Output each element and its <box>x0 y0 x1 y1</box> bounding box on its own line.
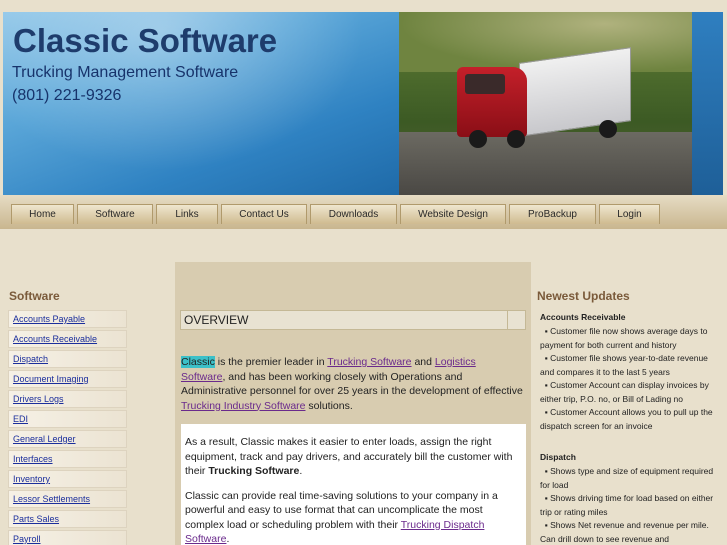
sidebar-link-payroll[interactable]: Payroll <box>13 534 41 544</box>
update-text: Shows driving time for load based on eit… <box>540 493 714 517</box>
update-text: Shows Net revenue and revenue per mile. … <box>540 520 709 544</box>
intro-text: is the premier leader in <box>214 356 328 368</box>
main-content: OVERVIEW Classic is the premier leader i… <box>175 262 531 545</box>
update-item: ▪ Shows Net revenue and revenue per mile… <box>540 520 709 544</box>
intro-text: and <box>411 356 435 368</box>
update-text: Customer file now shows average days to … <box>540 326 708 350</box>
update-item: ▪ Customer file shows year-to-date reven… <box>540 353 708 377</box>
site-subtitle: Trucking Management Software <box>12 64 239 81</box>
update-item: ▪ Customer Account can display invoices … <box>540 380 709 404</box>
nav-downloads[interactable]: Downloads <box>310 204 397 224</box>
paragraph-results: As a result, Classic makes it easier to … <box>185 435 520 479</box>
update-item: ▪ Shows type and size of equipment requi… <box>540 466 714 490</box>
main-nav: Home Software Links Contact Us Downloads… <box>0 195 727 229</box>
sidebar-link-dispatch[interactable]: Dispatch <box>13 354 48 364</box>
nav-home[interactable]: Home <box>11 204 74 224</box>
page: Classic Software Trucking Management Sof… <box>0 0 727 545</box>
sidebar-link-edi[interactable]: EDI <box>13 414 28 424</box>
sidebar-link-document-imaging[interactable]: Document Imaging <box>13 374 89 384</box>
updates-title: Newest Updates <box>537 289 630 303</box>
overview-toggle[interactable] <box>507 311 525 329</box>
sidebar-item: EDI <box>8 410 127 428</box>
sidebar-link-accounts-payable[interactable]: Accounts Payable <box>13 314 85 324</box>
update-text: Customer Account allows you to pull up t… <box>540 407 713 431</box>
truck-photo <box>399 12 692 195</box>
sidebar-item: Payroll <box>8 530 127 545</box>
link-trucking-industry-software[interactable]: Trucking Industry Software <box>181 400 306 412</box>
paragraph-solutions: Classic can provide real time-saving sol… <box>185 489 520 545</box>
sidebar-link-inventory[interactable]: Inventory <box>13 474 50 484</box>
nav-links[interactable]: Links <box>156 204 218 224</box>
sidebar-menu: Accounts Payable Accounts Receivable Dis… <box>8 310 127 545</box>
phone-number: (801) 221-9326 <box>12 87 122 104</box>
nav-software[interactable]: Software <box>77 204 153 224</box>
sidebar-link-parts-sales[interactable]: Parts Sales <box>13 514 59 524</box>
nav-contact-us[interactable]: Contact Us <box>221 204 307 224</box>
nav-probackup[interactable]: ProBackup <box>509 204 596 224</box>
sidebar-item: Parts Sales <box>8 510 127 528</box>
intro-text: solutions. <box>305 399 353 412</box>
link-trucking-software[interactable]: Trucking Software <box>327 356 411 368</box>
nav-login[interactable]: Login <box>599 204 660 224</box>
sidebar-item: Drivers Logs <box>8 390 127 408</box>
updates-dispatch-heading: Dispatch <box>540 452 576 462</box>
intro-text: , and has been working closely with Oper… <box>181 370 523 398</box>
sidebar-link-drivers-logs[interactable]: Drivers Logs <box>13 394 64 404</box>
sidebar-link-interfaces[interactable]: Interfaces <box>13 454 53 464</box>
paragraph-end: . <box>226 533 230 545</box>
paragraph-end: . <box>299 465 303 477</box>
intro-paragraph: Classic is the premier leader in Truckin… <box>181 355 523 413</box>
sidebar-link-accounts-receivable[interactable]: Accounts Receivable <box>13 334 97 344</box>
sidebar-item: Accounts Receivable <box>8 330 127 348</box>
banner-edge <box>692 12 723 195</box>
updates-ar-heading: Accounts Receivable <box>540 312 626 322</box>
brand-highlight: Classic <box>181 356 215 368</box>
sidebar-link-general-ledger[interactable]: General Ledger <box>13 434 76 444</box>
sidebar-item: Lessor Settlements <box>8 490 127 508</box>
update-item: ▪ Customer Account allows you to pull up… <box>540 407 713 431</box>
update-text: Shows type and size of equipment require… <box>540 466 714 490</box>
bold-trucking-software: Trucking Software <box>208 465 300 477</box>
update-item: ▪ Shows driving time for load based on e… <box>540 493 714 517</box>
sidebar-link-lessor-settlements[interactable]: Lessor Settlements <box>13 494 90 504</box>
sidebar-item: General Ledger <box>8 430 127 448</box>
overview-header: OVERVIEW <box>180 310 526 330</box>
sidebar-item: Accounts Payable <box>8 310 127 328</box>
sidebar-item: Dispatch <box>8 350 127 368</box>
sidebar-title: Software <box>9 289 60 303</box>
site-title[interactable]: Classic Software <box>13 22 277 60</box>
sidebar-item: Interfaces <box>8 450 127 468</box>
update-text: Customer Account can display invoices by… <box>540 380 709 404</box>
header-banner: Classic Software Trucking Management Sof… <box>3 12 723 195</box>
sidebar-item: Inventory <box>8 470 127 488</box>
content-box: As a result, Classic makes it easier to … <box>181 424 526 545</box>
update-item: ▪ Customer file now shows average days t… <box>540 326 708 350</box>
sidebar-item: Document Imaging <box>8 370 127 388</box>
update-text: Customer file shows year-to-date revenue… <box>540 353 708 377</box>
overview-title: OVERVIEW <box>184 313 249 327</box>
nav-website-design[interactable]: Website Design <box>400 204 506 224</box>
